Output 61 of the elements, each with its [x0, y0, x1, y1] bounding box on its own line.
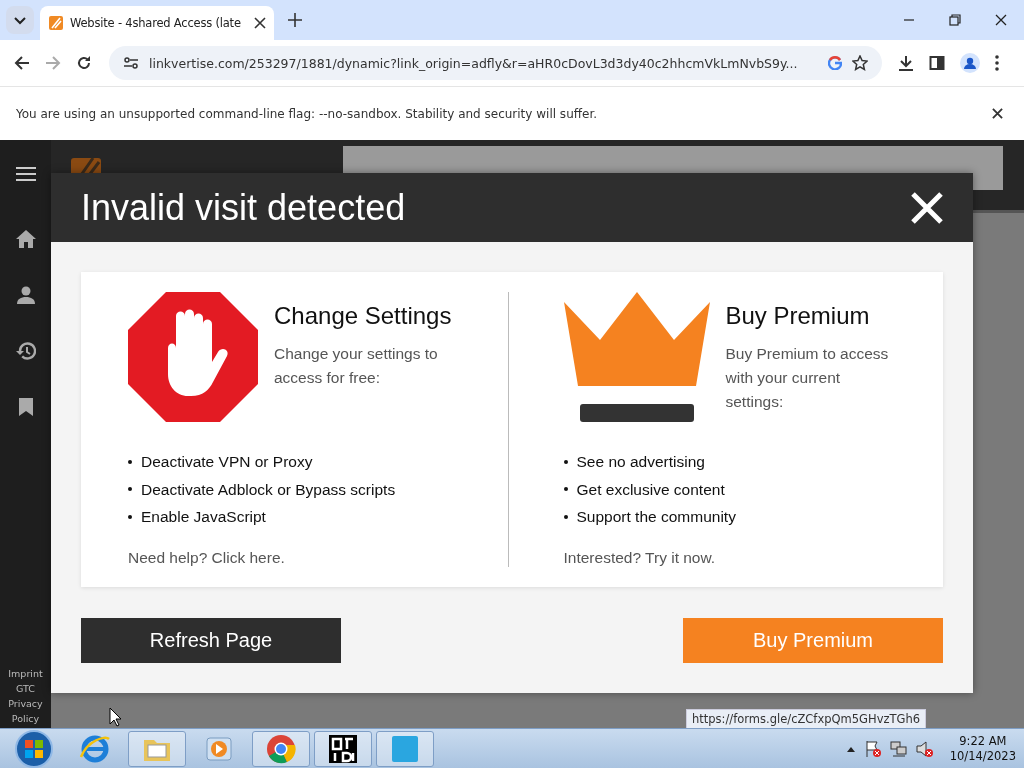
download-icon[interactable]: [898, 55, 914, 71]
address-text: linkvertise.com/253297/1881/dynamic?link_origin=adfly&r=aHR0cDovL3d3dy40c2hhcmVkLmNvbS9y...: [149, 55, 799, 71]
address-bar[interactable]: linkvertise.com/253297/1881/dynamic?link_origin=adfly&r=aHR0cDovL3d3dy40c2hhcmVkLmNvbS9y...: [109, 46, 882, 80]
bullet-icon: [128, 514, 132, 519]
bullet-icon: [128, 459, 132, 464]
bookmark-star-icon[interactable]: [852, 55, 868, 71]
mouse-cursor-icon: [109, 707, 122, 727]
option-description: Buy Premium to access with your current settings:: [725, 344, 890, 412]
dialog-title: Invalid visit detected: [81, 186, 406, 229]
warning-message: You are using an unsupported command-line flag: --no-sandbox. Stability and security will suffer.: [16, 106, 598, 121]
app-tile-icon[interactable]: [327, 732, 359, 765]
clock-date[interactable]: 10/14/2023: [949, 748, 1016, 764]
close-icon[interactable]: [254, 17, 266, 29]
profile-avatar-icon[interactable]: [960, 53, 980, 73]
close-icon[interactable]: [995, 14, 1007, 26]
site-favicon: [48, 15, 64, 31]
crown-icon: [563, 292, 710, 422]
menu-icon[interactable]: [15, 166, 36, 182]
home-icon[interactable]: [15, 230, 36, 248]
bookmark-icon[interactable]: [18, 398, 33, 416]
bullet-item: Deactivate Adblock or Bypass scripts: [141, 479, 396, 500]
browser-tab[interactable]: Website - 4shared Access (late: [40, 6, 274, 40]
option-title: Buy Premium: [725, 302, 871, 330]
bullet-item: See no advertising: [576, 452, 705, 472]
bullet-item: Get exclusive content: [576, 479, 725, 500]
reload-icon[interactable]: [76, 55, 92, 71]
help-link[interactable]: Need help? Click here.: [128, 548, 478, 567]
bullet-icon: [128, 487, 132, 492]
bullet-item: Support the community: [576, 507, 736, 527]
close-icon[interactable]: [992, 108, 1003, 119]
status-url-tooltip: https://forms.gle/cZCfxpQm5GHvzTGh6: [686, 709, 927, 728]
side-panel-icon[interactable]: [929, 55, 945, 71]
clock-time[interactable]: 9:22 AM: [959, 733, 1007, 749]
option-title: Change Settings: [274, 302, 452, 330]
footer-link[interactable]: Privacy Policy: [1, 696, 50, 726]
chrome-icon[interactable]: [265, 732, 297, 765]
network-icon[interactable]: [889, 739, 908, 758]
option-description: Change your settings to access for free:: [274, 344, 439, 388]
site-settings-icon[interactable]: [123, 55, 139, 71]
more-menu-icon[interactable]: [995, 55, 999, 71]
tab-title: Website - 4shared Access (late: [70, 16, 242, 30]
footer-link[interactable]: Imprint: [1, 666, 50, 681]
new-tab-icon[interactable]: [288, 13, 302, 27]
bullet-item: Deactivate VPN or Proxy: [141, 452, 313, 472]
speaker-muted-icon[interactable]: [915, 739, 934, 758]
footer-link[interactable]: GTC: [1, 681, 50, 696]
bullet-item: Enable JavaScript: [141, 507, 266, 527]
bullet-icon: [563, 514, 568, 519]
google-lens-icon[interactable]: [828, 56, 842, 70]
help-link[interactable]: Interested? Try it now.: [563, 548, 913, 567]
bullet-icon: [563, 487, 568, 492]
refresh-button[interactable]: Refresh Page: [81, 618, 341, 663]
restore-icon[interactable]: [949, 14, 961, 26]
flag-warning-icon[interactable]: [863, 739, 882, 758]
person-icon[interactable]: [16, 286, 35, 304]
tab-search-icon[interactable]: [6, 6, 34, 34]
bullet-icon: [563, 459, 568, 464]
history-icon[interactable]: [15, 342, 36, 360]
start-button-icon[interactable]: [14, 728, 54, 768]
stop-hand-icon: [128, 292, 258, 422]
back-icon[interactable]: [14, 55, 30, 71]
